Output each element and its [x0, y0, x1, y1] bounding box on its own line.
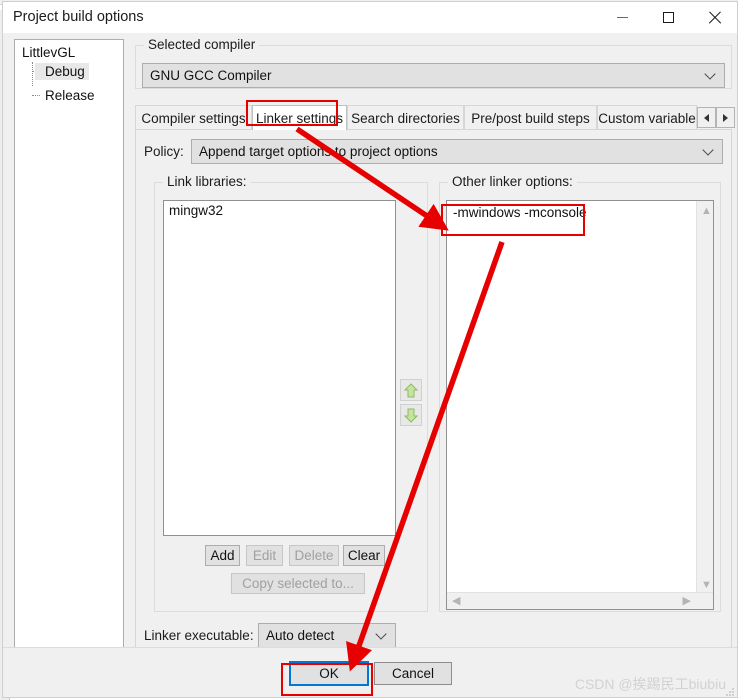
- copy-selected-to-button[interactable]: Copy selected to...: [231, 573, 365, 594]
- selected-compiler-legend: Selected compiler: [144, 37, 260, 52]
- linker-executable-combo[interactable]: Auto detect: [258, 623, 396, 648]
- chevron-left-icon[interactable]: ◀: [452, 596, 460, 607]
- tab-custom-variable[interactable]: Custom variable: [597, 105, 697, 130]
- cancel-button[interactable]: Cancel: [374, 662, 452, 685]
- chevron-down-icon: [704, 146, 713, 155]
- tree-item-root[interactable]: LittlevGL: [22, 45, 75, 60]
- dialog-body: LittlevGL Debug Release Selected compile…: [3, 33, 737, 697]
- tab-label: Compiler settings: [141, 110, 246, 126]
- selected-compiler-value: GNU GCC Compiler: [150, 68, 272, 83]
- ok-button-label: OK: [319, 666, 339, 681]
- tab-label: Custom variable: [598, 110, 696, 126]
- close-button[interactable]: [691, 2, 737, 33]
- tab-linker-settings[interactable]: Linker settings: [252, 105, 347, 130]
- chevron-down-icon: [706, 70, 715, 79]
- ok-button[interactable]: OK: [289, 661, 369, 686]
- dialog-title: Project build options: [13, 9, 144, 25]
- settings-tabs: Compiler settings Linker settings Search…: [135, 105, 735, 130]
- linker-settings-panel: Policy: Append target options to project…: [135, 129, 732, 663]
- chevron-up-icon[interactable]: ▲: [701, 206, 712, 217]
- arrow-up-icon: [404, 382, 418, 397]
- edit-button-label: Edit: [252, 548, 277, 563]
- delete-button-label: Delete: [294, 548, 334, 563]
- tab-label: Search directories: [351, 110, 460, 126]
- delete-button[interactable]: Delete: [289, 545, 339, 566]
- minimize-button[interactable]: [599, 2, 645, 33]
- maximize-button[interactable]: [645, 2, 691, 33]
- tree-item-release[interactable]: Release: [35, 87, 99, 104]
- settings-pane: Selected compiler GNU GCC Compiler Compi…: [131, 33, 735, 697]
- tab-label: Pre/post build steps: [471, 110, 590, 126]
- policy-combo[interactable]: Append target options to project options: [191, 139, 723, 164]
- copy-selected-to-label: Copy selected to...: [242, 576, 354, 591]
- chevron-right-icon[interactable]: ▶: [683, 596, 691, 607]
- tab-scroll-left-button[interactable]: [697, 107, 716, 128]
- project-build-options-dialog: Project build options LittlevGL Debug Re…: [2, 1, 738, 698]
- tree-item-debug[interactable]: Debug: [35, 63, 89, 80]
- minimize-icon: [616, 17, 628, 18]
- chevron-down-icon[interactable]: ▼: [701, 580, 712, 591]
- add-button-label: Add: [210, 548, 235, 563]
- list-item[interactable]: mingw32: [164, 201, 395, 220]
- selected-compiler-combo[interactable]: GNU GCC Compiler: [142, 63, 725, 88]
- watermark-text: CSDN @挨踢民工biubiu: [574, 676, 726, 692]
- tree-connector-line: [32, 62, 34, 86]
- edit-button[interactable]: Edit: [246, 545, 283, 566]
- tab-compiler-settings[interactable]: Compiler settings: [135, 105, 252, 130]
- tab-search-directories[interactable]: Search directories: [347, 105, 464, 130]
- window-controls: [599, 2, 737, 33]
- dialog-titlebar: Project build options: [3, 2, 737, 34]
- cancel-button-label: Cancel: [391, 666, 435, 681]
- policy-value: Append target options to project options: [199, 144, 438, 159]
- screen: Project build options LittlevGL Debug Re…: [0, 0, 738, 700]
- move-down-button[interactable]: [400, 404, 422, 426]
- clear-button-label: Clear: [347, 548, 381, 563]
- other-options-horizontal-scrollbar[interactable]: ◀ ▶: [447, 592, 713, 609]
- chevron-down-icon: [377, 630, 386, 639]
- move-up-button[interactable]: [400, 379, 422, 401]
- add-button[interactable]: Add: [205, 545, 240, 566]
- close-icon: [708, 11, 721, 24]
- other-options-vertical-scrollbar[interactable]: ▲ ▼: [696, 201, 713, 595]
- triangle-right-icon: [723, 113, 728, 122]
- clear-button[interactable]: Clear: [343, 545, 385, 566]
- resize-grip-icon: [726, 688, 734, 696]
- maximize-icon: [662, 12, 674, 23]
- tab-label: Linker settings: [255, 110, 344, 126]
- link-libraries-legend: Link libraries:: [163, 174, 251, 189]
- other-linker-options-textarea[interactable]: -mwindows -mconsole ▲ ▼ ◀ ▶: [446, 200, 714, 610]
- arrow-down-icon: [404, 408, 418, 423]
- tab-scroll-right-button[interactable]: [716, 107, 735, 128]
- policy-label: Policy:: [144, 144, 184, 159]
- link-libraries-list[interactable]: mingw32: [163, 200, 396, 536]
- linker-executable-label: Linker executable:: [144, 628, 254, 643]
- triangle-left-icon: [704, 113, 709, 122]
- tab-prepost-build-steps[interactable]: Pre/post build steps: [464, 105, 597, 130]
- linker-executable-value: Auto detect: [266, 628, 335, 643]
- target-tree[interactable]: LittlevGL Debug Release: [14, 39, 124, 649]
- other-linker-options-value[interactable]: -mwindows -mconsole: [447, 201, 713, 224]
- other-linker-options-legend: Other linker options:: [448, 174, 577, 189]
